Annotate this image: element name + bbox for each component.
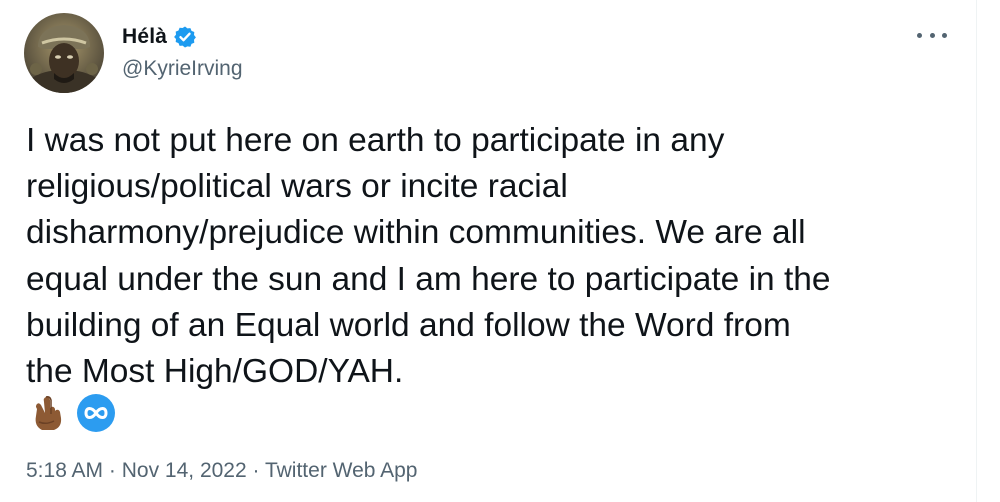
tweet-card: Hélà @KyrieIrving I was not put here on …	[0, 0, 1000, 502]
tweet-time[interactable]: 5:18 AM	[26, 459, 103, 482]
emoji-row	[30, 393, 116, 433]
tweet-text: I was not put here on earth to participa…	[26, 122, 831, 391]
avatar[interactable]	[24, 13, 104, 93]
verified-badge-icon	[173, 25, 197, 49]
author-name-row: Hélà	[122, 23, 197, 51]
more-options-icon[interactable]	[917, 28, 947, 42]
tweet-source[interactable]: Twitter Web App	[265, 459, 418, 482]
tweet-meta: 5:18 AM · Nov 14, 2022 · Twitter Web App	[26, 459, 418, 483]
meta-separator: ·	[103, 459, 122, 482]
crossed-fingers-icon	[35, 396, 62, 430]
display-name[interactable]: Hélà	[122, 25, 167, 49]
divider	[976, 0, 977, 502]
author-handle[interactable]: @KyrieIrving	[122, 57, 243, 81]
tweet-date[interactable]: Nov 14, 2022	[122, 459, 247, 482]
infinity-icon	[77, 394, 115, 432]
meta-separator: ·	[246, 459, 265, 482]
